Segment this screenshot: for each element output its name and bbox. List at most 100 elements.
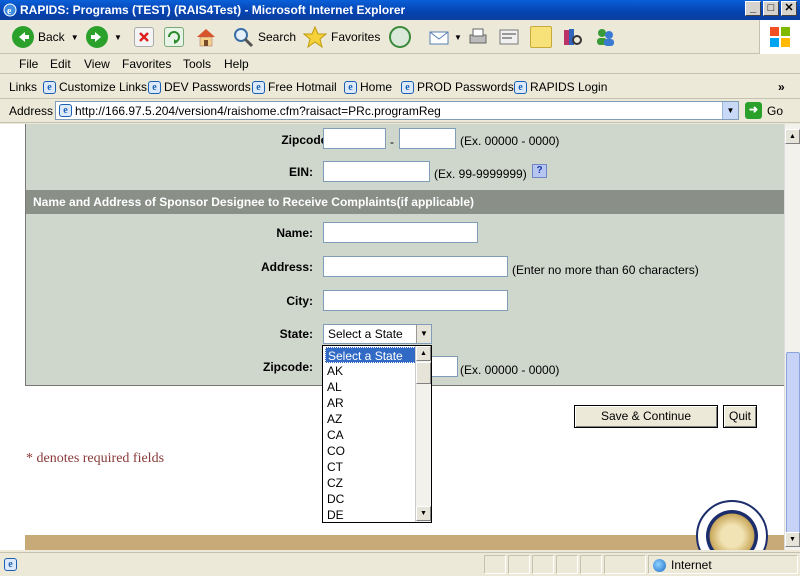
name-field[interactable] <box>323 222 478 243</box>
save-continue-button[interactable]: Save & Continue <box>574 405 718 428</box>
back-dropdown-icon[interactable]: ▼ <box>71 33 79 42</box>
home-button[interactable] <box>195 25 221 49</box>
stop-button[interactable] <box>134 25 158 49</box>
link-rapids-login[interactable]: e RAPIDS Login <box>514 80 607 94</box>
address-field[interactable] <box>323 256 508 277</box>
state-option[interactable]: AZ <box>325 411 416 427</box>
name-label: Name: <box>276 226 313 240</box>
ie-page-icon: e <box>43 80 56 94</box>
back-label: Back <box>38 30 65 44</box>
address-dropdown-icon[interactable]: ▼ <box>722 102 738 119</box>
menu-tools[interactable]: Tools <box>183 57 211 71</box>
page-content: Zipcode:* - (Ex. 00000 - 0000) EIN: (Ex.… <box>0 124 784 550</box>
back-button[interactable]: Back ▼ <box>12 25 79 49</box>
zipcode-ext-field[interactable] <box>399 128 456 149</box>
go-button[interactable]: ➜ Go <box>745 102 783 119</box>
state-option[interactable]: Select a State <box>325 347 416 363</box>
minimize-button[interactable]: _ <box>745 1 761 16</box>
ie-page-icon: e <box>4 558 17 571</box>
title-bar: e RAPIDS: Programs (TEST) (RAIS4Test) - … <box>0 0 800 20</box>
refresh-icon <box>164 27 184 47</box>
state-selected-value: Select a State <box>328 327 403 341</box>
scroll-down-icon[interactable]: ▼ <box>416 506 431 521</box>
state-option[interactable]: AK <box>325 363 416 379</box>
dropdown-scroll-thumb[interactable] <box>416 362 431 384</box>
research-button[interactable] <box>561 25 587 49</box>
maximize-button[interactable]: □ <box>763 1 779 16</box>
favorites-label: Favorites <box>331 30 381 44</box>
state-option[interactable]: AL <box>325 379 416 395</box>
mail-button[interactable]: ▼ <box>428 25 462 49</box>
scroll-down-icon[interactable]: ▼ <box>785 532 800 547</box>
forward-dropdown-icon[interactable]: ▼ <box>114 33 122 42</box>
favorites-star-icon <box>302 25 328 49</box>
menu-view[interactable]: View <box>84 57 110 71</box>
zipcode-field[interactable] <box>323 128 386 149</box>
link-home[interactable]: e Home <box>344 80 392 94</box>
forward-button[interactable]: ▼ <box>86 25 122 49</box>
page-scroll-thumb[interactable] <box>786 352 800 534</box>
close-button[interactable]: ✕ <box>781 1 797 16</box>
zipcode-label: Zipcode:* <box>216 133 336 147</box>
link-label: DEV Passwords <box>164 80 251 94</box>
ie-page-icon: e <box>514 80 527 94</box>
windows-flag-icon <box>770 27 790 47</box>
help-icon[interactable]: ? <box>532 164 547 178</box>
state-option[interactable]: CZ <box>325 475 416 491</box>
chevron-down-icon[interactable]: ▼ <box>416 325 431 343</box>
edit-button[interactable] <box>498 25 524 49</box>
links-chevron[interactable]: » <box>778 80 785 94</box>
address-label: Address <box>9 104 54 118</box>
messenger-button[interactable] <box>594 25 620 49</box>
search-button[interactable]: Search <box>232 25 296 49</box>
address-url: http://166.97.5.204/version4/raishome.cf… <box>75 103 441 118</box>
dropdown-scrollbar[interactable]: ▲ ▼ <box>415 346 431 522</box>
link-dev-passwords[interactable]: e DEV Passwords <box>148 80 251 94</box>
address-field-label: Address: <box>260 260 313 274</box>
menu-favorites[interactable]: Favorites <box>122 57 171 71</box>
zip-separator: - <box>390 135 394 149</box>
quit-button[interactable]: Quit <box>723 405 757 428</box>
link-prod-passwords[interactable]: e PROD Passwords <box>401 80 514 94</box>
state-option[interactable]: DC <box>325 491 416 507</box>
state-option[interactable]: CA <box>325 427 416 443</box>
standard-toolbar: Back ▼ ▼ Search Favorites ▼ <box>0 20 800 54</box>
city-label: City: <box>286 294 313 308</box>
state-select[interactable]: Select a State ▼ <box>323 324 432 344</box>
scroll-up-icon[interactable]: ▲ <box>785 129 800 144</box>
windows-logo <box>759 20 800 54</box>
status-cell <box>580 555 602 574</box>
status-cell <box>556 555 578 574</box>
stop-icon <box>134 27 154 47</box>
state-option[interactable]: AR <box>325 395 416 411</box>
state-option[interactable]: CO <box>325 443 416 459</box>
forward-arrow-icon <box>86 26 108 48</box>
print-button[interactable] <box>467 25 493 49</box>
favorites-button[interactable]: Favorites <box>302 25 381 49</box>
state-option[interactable]: CT <box>325 459 416 475</box>
link-free-hotmail[interactable]: e Free Hotmail <box>252 80 337 94</box>
ie-app-icon: e <box>3 3 17 17</box>
mail-dropdown-icon[interactable]: ▼ <box>454 33 462 42</box>
security-zone: Internet <box>648 555 798 574</box>
page-scrollbar[interactable]: ▲ ▼ <box>784 124 800 550</box>
menu-file[interactable]: File <box>19 57 38 71</box>
city-field[interactable] <box>323 290 508 311</box>
menu-edit[interactable]: Edit <box>50 57 71 71</box>
link-customize-links[interactable]: e Customize Links <box>43 80 147 94</box>
ein-field[interactable] <box>323 161 430 182</box>
home-icon <box>195 26 217 48</box>
history-button[interactable] <box>389 25 415 49</box>
globe-icon <box>653 559 666 573</box>
refresh-button[interactable] <box>164 25 188 49</box>
back-arrow-icon <box>12 26 34 48</box>
state-option[interactable]: DE <box>325 507 416 523</box>
state-dropdown-list[interactable]: Select a State AK AL AR AZ CA CO CT CZ D… <box>322 345 432 523</box>
discuss-button[interactable] <box>530 25 556 49</box>
ie-page-icon: e <box>59 104 72 117</box>
menu-help[interactable]: Help <box>224 57 249 71</box>
edit-page-icon <box>498 26 520 48</box>
address-input[interactable]: e http://166.97.5.204/version4/raishome.… <box>55 101 739 120</box>
zip2-hint: (Ex. 00000 - 0000) <box>460 363 560 377</box>
scroll-up-icon[interactable]: ▲ <box>416 346 431 361</box>
